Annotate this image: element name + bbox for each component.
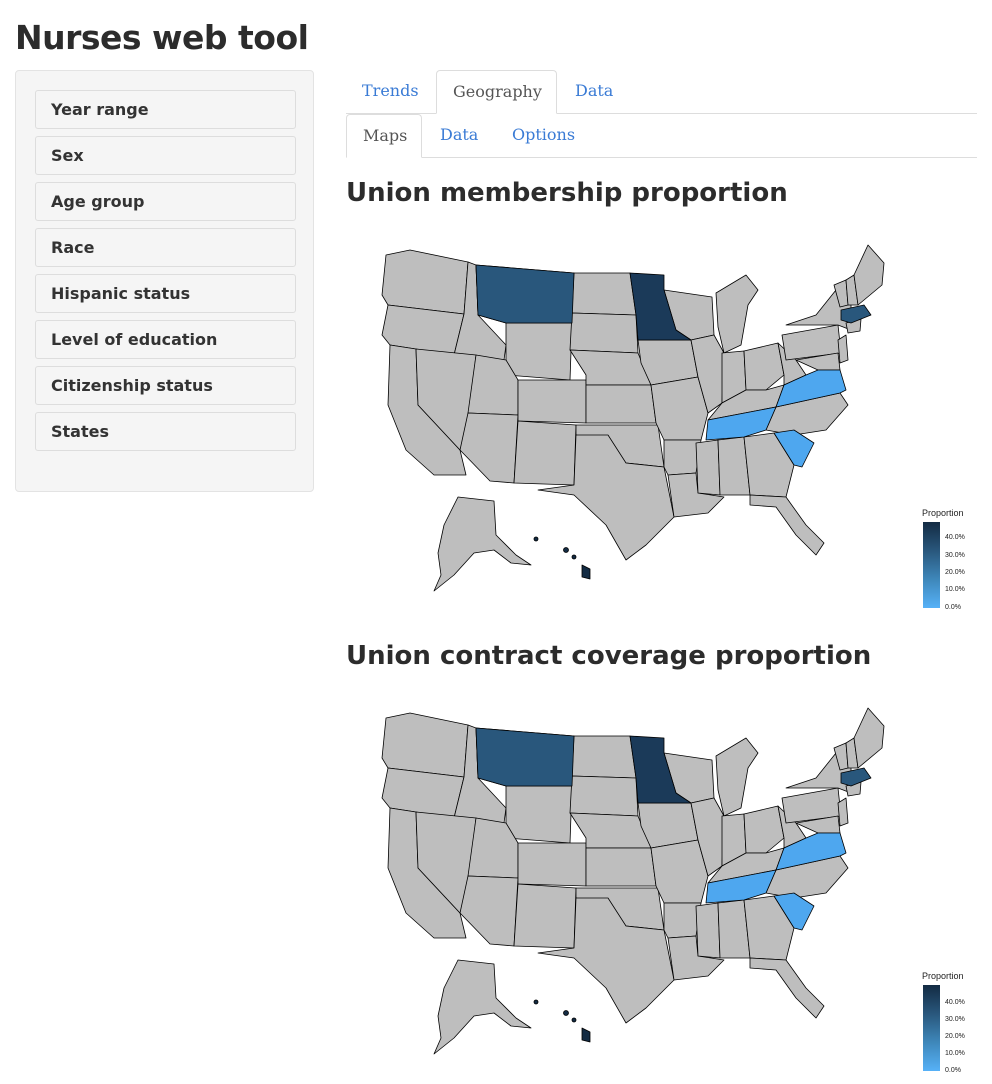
- tab-trends[interactable]: Trends: [346, 70, 435, 114]
- subtab-maps[interactable]: Maps: [346, 114, 422, 158]
- legend-tick: 10.0%: [945, 586, 965, 593]
- app-title: Nurses web tool: [15, 18, 309, 57]
- map-state-hawaii-shaded: [581, 1027, 591, 1043]
- filter-label: States: [51, 422, 109, 441]
- legend-color-bar: [923, 985, 940, 1071]
- filter-label: Citizenship status: [51, 376, 213, 395]
- filter-level-of-education[interactable]: Level of education: [35, 320, 296, 359]
- main-tabs: Trends Geography Data: [346, 70, 977, 114]
- sidebar-panel: Year range Sex Age group Race Hispanic s…: [15, 70, 314, 492]
- legend-tick: 0.0%: [945, 1067, 961, 1074]
- map-title: Union contract coverage proportion: [346, 641, 872, 671]
- tab-data[interactable]: Data: [559, 70, 629, 114]
- legend-tick: 40.0%: [945, 999, 965, 1006]
- map-state-florida: [749, 494, 825, 556]
- tab-geography[interactable]: Geography: [436, 70, 557, 114]
- filter-year-range[interactable]: Year range: [35, 90, 296, 129]
- legend-tick: 0.0%: [945, 604, 961, 611]
- filter-label: Sex: [51, 146, 84, 165]
- map-state-montana-shaded: [475, 727, 575, 787]
- map-state-south-dakota: [569, 312, 639, 354]
- map-hawaii-island: [563, 1010, 569, 1016]
- map-hawaii-island: [571, 1017, 577, 1023]
- us-map-union-contract-coverage: [381, 707, 885, 1055]
- map-state-missouri: [650, 376, 709, 441]
- legend-tick: 10.0%: [945, 1050, 965, 1057]
- filter-race[interactable]: Race: [35, 228, 296, 267]
- map-state-washington: [381, 249, 469, 315]
- filter-citizenship-status[interactable]: Citizenship status: [35, 366, 296, 405]
- map-legend: Proportion 40.0% 30.0% 20.0% 10.0% 0.0%: [920, 971, 980, 1081]
- map-state-wyoming: [505, 322, 573, 381]
- map-hawaii-island: [571, 554, 577, 560]
- map-state-colorado: [517, 379, 587, 424]
- map-state-arkansas: [663, 439, 702, 476]
- map-hawaii-island: [563, 547, 569, 553]
- map-hawaii-island: [533, 536, 539, 542]
- filter-states[interactable]: States: [35, 412, 296, 451]
- legend-color-bar: [923, 522, 940, 608]
- subtab-data[interactable]: Data: [424, 114, 494, 158]
- map-state-maine: [853, 244, 885, 306]
- filter-label: Hispanic status: [51, 284, 191, 303]
- legend-tick: 20.0%: [945, 1033, 965, 1040]
- map-state-mississippi: [695, 439, 721, 496]
- map-state-north-dakota: [571, 272, 637, 316]
- map-state-hawaii-shaded: [581, 564, 591, 580]
- map-state-michigan: [715, 274, 759, 354]
- legend-title: Proportion: [922, 971, 964, 981]
- filter-label: Year range: [51, 100, 149, 119]
- filter-label: Level of education: [51, 330, 218, 349]
- filter-label: Race: [51, 238, 95, 257]
- map-title: Union membership proportion: [346, 178, 788, 208]
- filter-age-group[interactable]: Age group: [35, 182, 296, 221]
- legend-title: Proportion: [922, 508, 964, 518]
- legend-tick: 40.0%: [945, 534, 965, 541]
- map-state-montana-shaded: [475, 264, 575, 324]
- filter-hispanic-status[interactable]: Hispanic status: [35, 274, 296, 313]
- subtab-options[interactable]: Options: [496, 114, 591, 158]
- us-map-union-membership: [381, 244, 885, 592]
- map-state-arizona: [459, 412, 519, 484]
- legend-tick: 30.0%: [945, 1016, 965, 1023]
- map-legend: Proportion 40.0% 30.0% 20.0% 10.0% 0.0%: [920, 508, 980, 618]
- map-hawaii-island: [533, 999, 539, 1005]
- filter-label: Age group: [51, 192, 145, 211]
- map-state-new-jersey: [837, 334, 849, 364]
- map-state-ohio: [743, 342, 785, 391]
- sub-tabs: Maps Data Options: [346, 114, 977, 158]
- legend-tick: 30.0%: [945, 552, 965, 559]
- filter-sex[interactable]: Sex: [35, 136, 296, 175]
- legend-tick: 20.0%: [945, 569, 965, 576]
- map-state-alaska: [433, 496, 532, 592]
- map-state-kansas: [585, 384, 657, 424]
- map-state-new-mexico: [513, 420, 577, 486]
